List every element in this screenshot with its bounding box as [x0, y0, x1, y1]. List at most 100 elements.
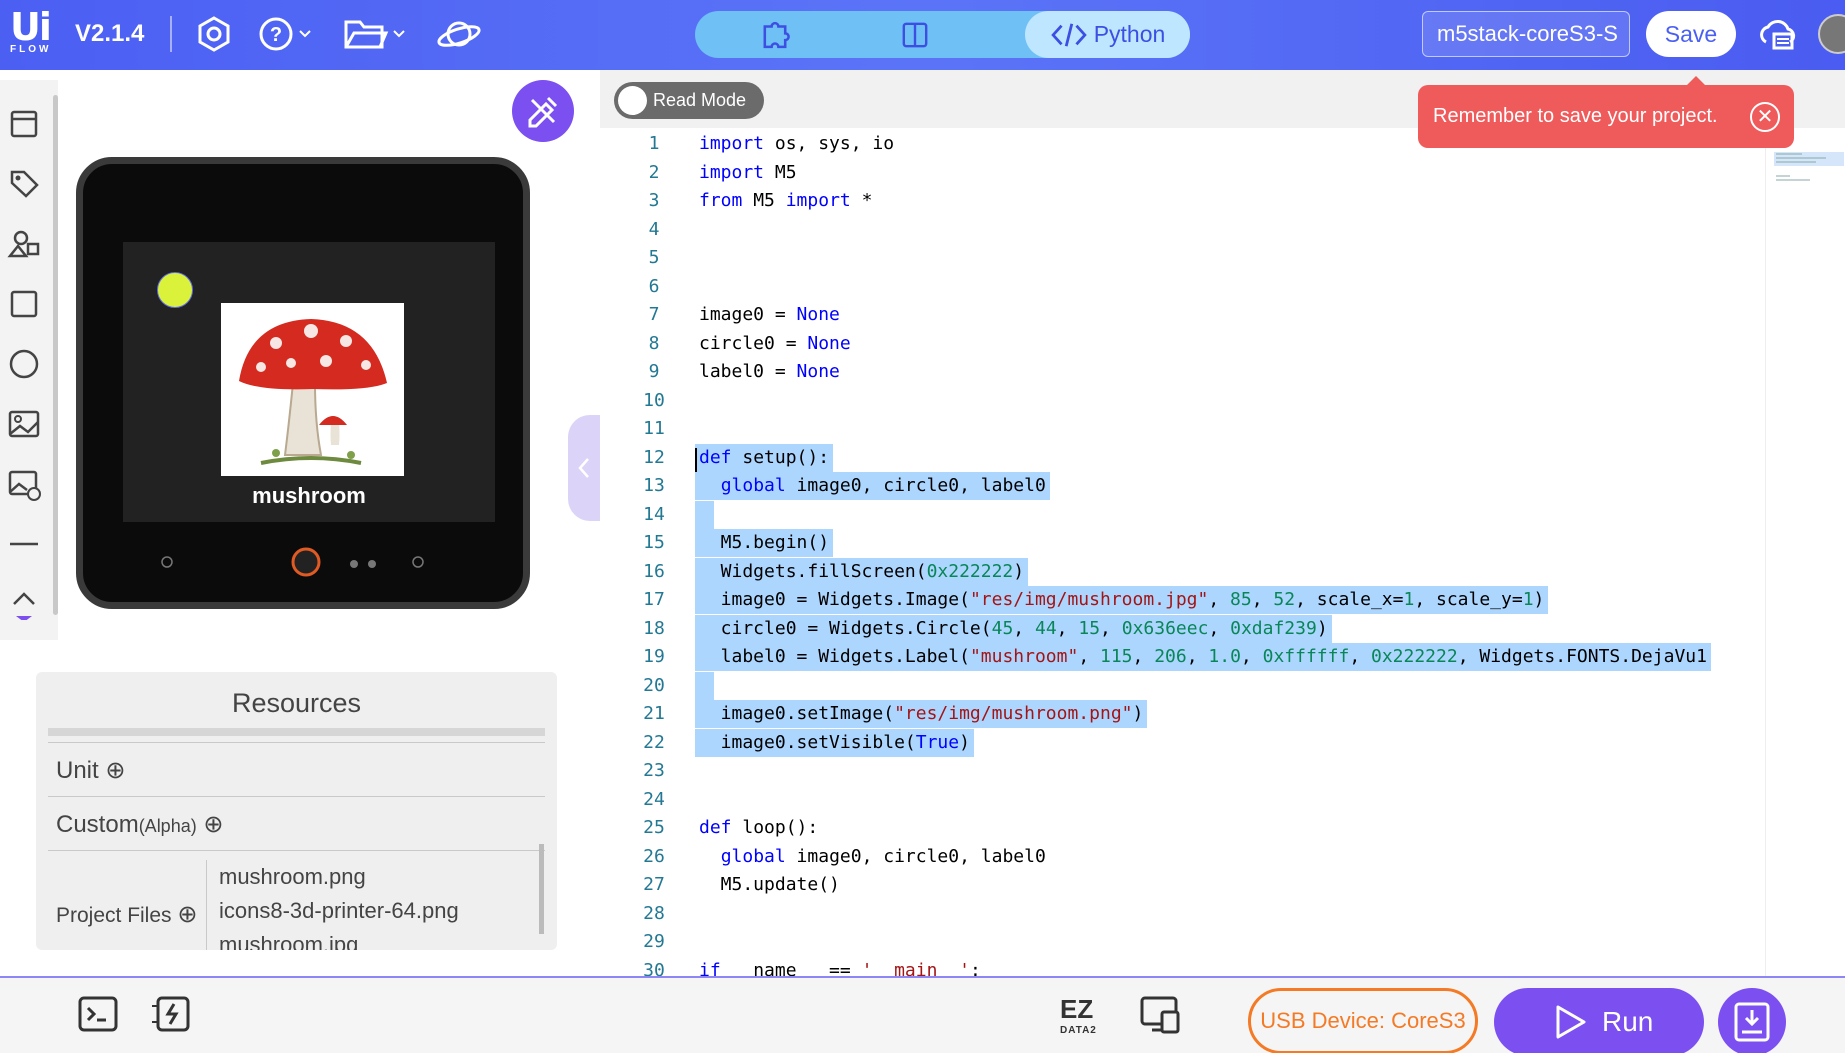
split-view-tab[interactable]	[885, 11, 945, 58]
puzzle-icon	[763, 21, 790, 48]
toast-arrow	[1686, 76, 1706, 86]
code-line[interactable]: 11	[600, 415, 1765, 443]
save-button[interactable]: Save	[1646, 11, 1736, 57]
code-line[interactable]: 22 image0.setVisible(True)	[600, 728, 1765, 757]
file-item[interactable]: mushroom.jpg	[207, 928, 536, 950]
code-line[interactable]: 4	[600, 216, 1765, 244]
line-number: 4	[648, 218, 660, 240]
code-line[interactable]: 15 M5.begin()	[600, 529, 1765, 557]
code-line[interactable]: 2 import M5	[600, 159, 1765, 187]
device-name-field[interactable]: m5stack-coreS3-S	[1422, 11, 1630, 57]
chevron-left-icon	[578, 458, 589, 478]
help-icon[interactable]: ?	[258, 14, 318, 54]
line-number: 3	[648, 190, 660, 211]
code-line[interactable]: 19 label0 = Widgets.Label("mushroom", 11…	[600, 643, 1765, 671]
code-line[interactable]: 30 if __name__ == '__main__':	[600, 957, 1765, 977]
python-tab-label: Python	[1093, 21, 1166, 47]
code-line[interactable]: 26 global image0, circle0, label0	[600, 843, 1765, 871]
settings-icon[interactable]	[192, 14, 236, 54]
code-minimap[interactable]	[1765, 128, 1845, 976]
code-line[interactable]: 29	[600, 928, 1765, 956]
code-line[interactable]: 6	[600, 273, 1765, 301]
firmware-burn-icon[interactable]	[150, 992, 194, 1036]
line-number: 15	[643, 532, 665, 553]
folder-icon[interactable]	[342, 14, 412, 54]
code-line[interactable]: 27 M5.update()	[600, 871, 1765, 899]
device-screen: mushroom	[123, 242, 495, 522]
python-view-tab[interactable]: Python	[1025, 11, 1190, 58]
code-line[interactable]: 23	[600, 757, 1765, 785]
code-line[interactable]: 7 image0 = None	[600, 301, 1765, 329]
rectangle-icon[interactable]	[4, 284, 44, 324]
file-item[interactable]: icons8-3d-printer-64.png	[207, 894, 536, 928]
mushroom-image[interactable]	[221, 303, 404, 476]
close-icon[interactable]: ✕	[1750, 102, 1780, 132]
play-icon	[1556, 1005, 1586, 1039]
image-plus-icon[interactable]	[4, 464, 44, 504]
custom-row[interactable]: Custom(Alpha) ⊕	[56, 810, 224, 839]
code-line[interactable]: 16 Widgets.fillScreen(0x222222)	[600, 557, 1765, 586]
code-editor[interactable]: 1 import os, sys, io 2 import M5 3 from M5 im…	[600, 128, 1765, 976]
code-line[interactable]: 5	[600, 244, 1765, 272]
usb-device-button[interactable]: USB Device: CoreS3	[1248, 988, 1478, 1053]
line-icon[interactable]	[4, 524, 44, 564]
files-scrollbar[interactable]	[539, 844, 544, 934]
collapse-up-icon[interactable]	[4, 580, 44, 622]
project-files-row[interactable]: Project Files ⊕	[56, 900, 197, 929]
code-line[interactable]: 25 def loop():	[600, 814, 1765, 842]
label-tag-icon[interactable]	[4, 164, 44, 204]
collapse-panel-tab[interactable]	[568, 415, 600, 521]
code-text: Widgets.fillScreen(0x222222)	[695, 557, 1029, 586]
run-button[interactable]: Run	[1494, 988, 1704, 1053]
code-text	[695, 671, 714, 700]
code-line[interactable]: 28	[600, 900, 1765, 928]
code-line[interactable]: 9 label0 = None	[600, 358, 1765, 386]
code-line[interactable]: 20	[600, 671, 1765, 700]
cloud-icon[interactable]	[1756, 14, 1800, 54]
line-number: 11	[643, 418, 665, 439]
code-line[interactable]: 24	[600, 786, 1765, 814]
code-line[interactable]: 13 global image0, circle0, label0	[600, 472, 1765, 500]
add-file-icon[interactable]: ⊕	[177, 901, 197, 928]
pencil-ruler-icon	[528, 96, 558, 128]
ezdata-button[interactable]: EZ DATA2	[1060, 996, 1097, 1042]
image-icon[interactable]	[4, 404, 44, 444]
svg-text:?: ?	[270, 24, 282, 46]
terminal-icon[interactable]	[76, 992, 120, 1036]
file-item[interactable]: mushroom.png	[207, 860, 536, 894]
edit-design-button[interactable]	[512, 80, 574, 142]
code-line[interactable]: 8 circle0 = None	[600, 330, 1765, 358]
add-unit-icon[interactable]: ⊕	[105, 757, 125, 784]
add-custom-icon[interactable]: ⊕	[203, 811, 223, 838]
shapes-icon[interactable]	[4, 224, 44, 264]
device-buttons	[83, 547, 523, 577]
code-line[interactable]: 14	[600, 500, 1765, 529]
toolbar-scrollbar[interactable]	[53, 95, 58, 615]
window-icon[interactable]	[4, 104, 44, 144]
code-line[interactable]: 18 circle0 = Widgets.Circle(45, 44, 15, …	[600, 614, 1765, 643]
read-mode-toggle[interactable]: Read Mode	[614, 82, 764, 119]
uiflow-app: Ui FLOW V2.1.4 ? Python m5stack-coreS3-S…	[0, 0, 1845, 1053]
line-number: 5	[648, 247, 660, 268]
blocks-view-tab[interactable]	[745, 11, 805, 58]
circle-icon[interactable]	[4, 344, 44, 384]
code-line[interactable]: 17 image0 = Widgets.Image("res/img/mushr…	[600, 586, 1765, 614]
screen-circle[interactable]	[157, 272, 193, 308]
code-line[interactable]: 12 def setup():	[600, 443, 1765, 472]
line-number: 24	[643, 788, 665, 810]
planet-icon[interactable]	[435, 14, 483, 54]
device-manager-icon[interactable]	[1138, 992, 1182, 1036]
download-to-device-button[interactable]	[1718, 988, 1786, 1053]
code-line[interactable]: 3 from M5 import *	[600, 187, 1765, 215]
code-line[interactable]: 21 image0.setImage("res/img/mushroom.png…	[600, 700, 1765, 728]
code-line[interactable]: 10	[600, 387, 1765, 415]
top-header: Ui FLOW V2.1.4 ? Python m5stack-coreS3-S…	[0, 0, 1845, 70]
user-avatar[interactable]	[1818, 14, 1845, 54]
unit-row[interactable]: Unit ⊕	[56, 756, 125, 785]
